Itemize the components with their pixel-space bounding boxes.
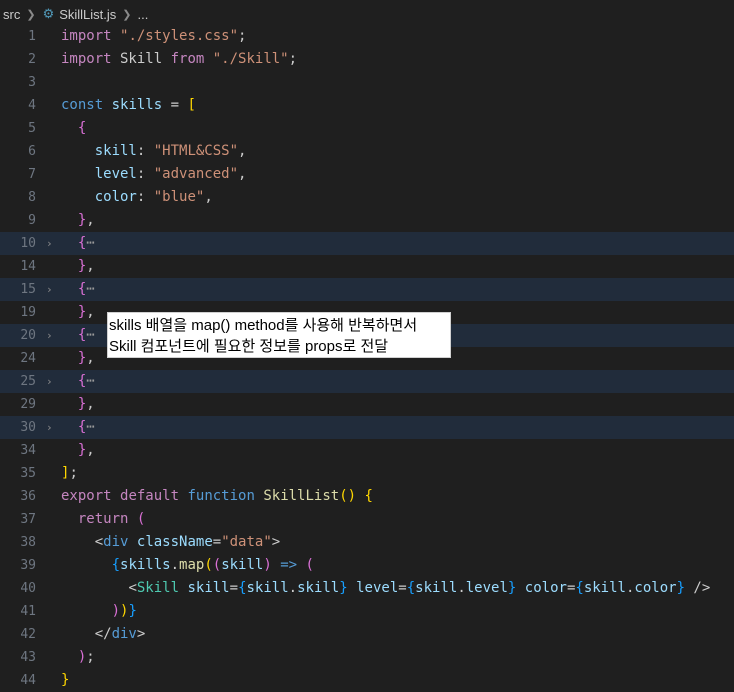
code-line[interactable]: 44} (0, 669, 734, 692)
code-text: }, (77, 350, 95, 366)
code-line[interactable]: 41 ))} (0, 600, 734, 623)
line-number: 38 (20, 535, 36, 550)
code-line[interactable]: 15 › {⋯ (0, 278, 734, 301)
fold-chevron-icon[interactable]: › (46, 370, 53, 393)
code-line[interactable]: 9 }, (0, 209, 734, 232)
code-text: {⋯ (77, 281, 95, 297)
code-line[interactable]: 35]; (0, 462, 734, 485)
code-line[interactable]: 1 import "./styles.css"; (0, 25, 734, 48)
line-number: 37 (20, 512, 36, 527)
line-number: 7 (28, 167, 36, 182)
line-number: 5 (28, 121, 36, 136)
annotation-line-1: skills 배열을 map() method를 사용해 반복하면서 (109, 317, 418, 334)
code-text: {⋯ (77, 373, 95, 389)
code-text: </div> (94, 626, 146, 642)
line-number: 6 (28, 144, 36, 159)
code-line[interactable]: 8 color: "blue", (0, 186, 734, 209)
code-text: }, (77, 442, 95, 458)
code-text: const skills = [ (61, 97, 196, 113)
code-line[interactable]: 37 return ( (0, 508, 734, 531)
fold-chevron-icon[interactable]: › (46, 416, 53, 439)
code-line[interactable]: 7 level: "advanced", (0, 163, 734, 186)
line-number: 35 (20, 466, 36, 481)
code-line[interactable]: 36 export default function SkillList() { (0, 485, 734, 508)
code-text: level: "advanced", (94, 166, 247, 182)
code-text: {⋯ (77, 419, 95, 435)
line-number: 4 (28, 98, 36, 113)
line-number: 34 (20, 443, 36, 458)
line-number: 1 (28, 29, 36, 44)
line-number: 14 (20, 259, 36, 274)
line-number: 42 (20, 627, 36, 642)
line-number: 20 (20, 328, 36, 343)
line-number: 43 (20, 650, 36, 665)
fold-chevron-icon[interactable]: › (46, 232, 53, 255)
code-line[interactable]: 3 (0, 71, 734, 94)
chevron-right-icon: ❯ (122, 8, 132, 21)
code-text: import "./styles.css"; (61, 28, 247, 44)
breadcrumb: src ❯ ⚙ SkillList.js ❯ ... (0, 0, 734, 28)
line-number: 19 (20, 305, 36, 320)
code-text: }, (77, 212, 95, 228)
breadcrumb-file[interactable]: SkillList.js (56, 7, 119, 22)
code-text: }, (77, 304, 95, 320)
line-number: 25 (20, 374, 36, 389)
code-text: ); (77, 649, 95, 665)
annotation-line-2: Skill 컴포넌트에 필요한 정보를 props로 전달 (109, 338, 389, 355)
code-text: } (61, 672, 70, 688)
code-text: skill: "HTML&CSS", (94, 143, 247, 159)
line-number: 30 (20, 420, 36, 435)
line-number: 8 (28, 190, 36, 205)
line-number: 41 (20, 604, 36, 619)
code-text: }, (77, 396, 95, 412)
annotation-box: skills 배열을 map() method를 사용해 반복하면서 Skill… (107, 312, 451, 358)
code-text: <div className="data"> (94, 534, 281, 550)
chevron-right-icon: ❯ (26, 8, 36, 21)
breadcrumb-more[interactable]: ... (135, 7, 152, 22)
code-line[interactable]: 5 { (0, 117, 734, 140)
fold-chevron-icon[interactable]: › (46, 278, 53, 301)
code-editor[interactable]: 1 import "./styles.css"; 2 import Skill fro… (0, 28, 734, 690)
code-line[interactable]: 30 › {⋯ (0, 416, 734, 439)
code-text: import Skill from "./Skill"; (61, 51, 298, 67)
code-line[interactable]: 34 }, (0, 439, 734, 462)
code-line[interactable]: 6 skill: "HTML&CSS", (0, 140, 734, 163)
code-text: {skills.map((skill) => ( (111, 557, 314, 573)
breadcrumb-folder[interactable]: src (0, 7, 23, 22)
line-number: 2 (28, 52, 36, 67)
code-text: color: "blue", (94, 189, 213, 205)
fold-chevron-icon[interactable]: › (46, 324, 53, 347)
code-line[interactable]: 42 </div> (0, 623, 734, 646)
gear-icon: ⚙ (42, 6, 55, 21)
code-text: {⋯ (77, 235, 95, 251)
line-number: 24 (20, 351, 36, 366)
code-text: ))} (111, 603, 137, 619)
line-number: 39 (20, 558, 36, 573)
code-line[interactable]: 14 }, (0, 255, 734, 278)
code-line[interactable]: 38 <div className="data"> (0, 531, 734, 554)
code-line[interactable]: 10 › {⋯ (0, 232, 734, 255)
code-text: ]; (61, 465, 78, 481)
code-line[interactable]: 29 }, (0, 393, 734, 416)
code-text: {⋯ (77, 327, 95, 343)
code-line[interactable]: 39 {skills.map((skill) => ( (0, 554, 734, 577)
line-number: 15 (20, 282, 36, 297)
code-line[interactable]: 2 import Skill from "./Skill"; (0, 48, 734, 71)
line-number: 36 (20, 489, 36, 504)
code-text: return ( (77, 511, 146, 527)
code-line[interactable]: 4 const skills = [ (0, 94, 734, 117)
code-text: <Skill skill={skill.skill} level={skill.… (128, 580, 711, 596)
code-line[interactable]: 25 › {⋯ (0, 370, 734, 393)
line-number: 29 (20, 397, 36, 412)
line-number: 40 (20, 581, 36, 596)
line-number: 10 (20, 236, 36, 251)
code-text: { (77, 120, 87, 136)
line-number: 44 (20, 673, 36, 688)
line-number: 9 (28, 213, 36, 228)
code-line[interactable]: 43 ); (0, 646, 734, 669)
code-text: export default function SkillList() { (61, 488, 373, 504)
code-text: }, (77, 258, 95, 274)
code-line[interactable]: 40 <Skill skill={skill.skill} level={ski… (0, 577, 734, 600)
line-number: 3 (28, 75, 36, 90)
